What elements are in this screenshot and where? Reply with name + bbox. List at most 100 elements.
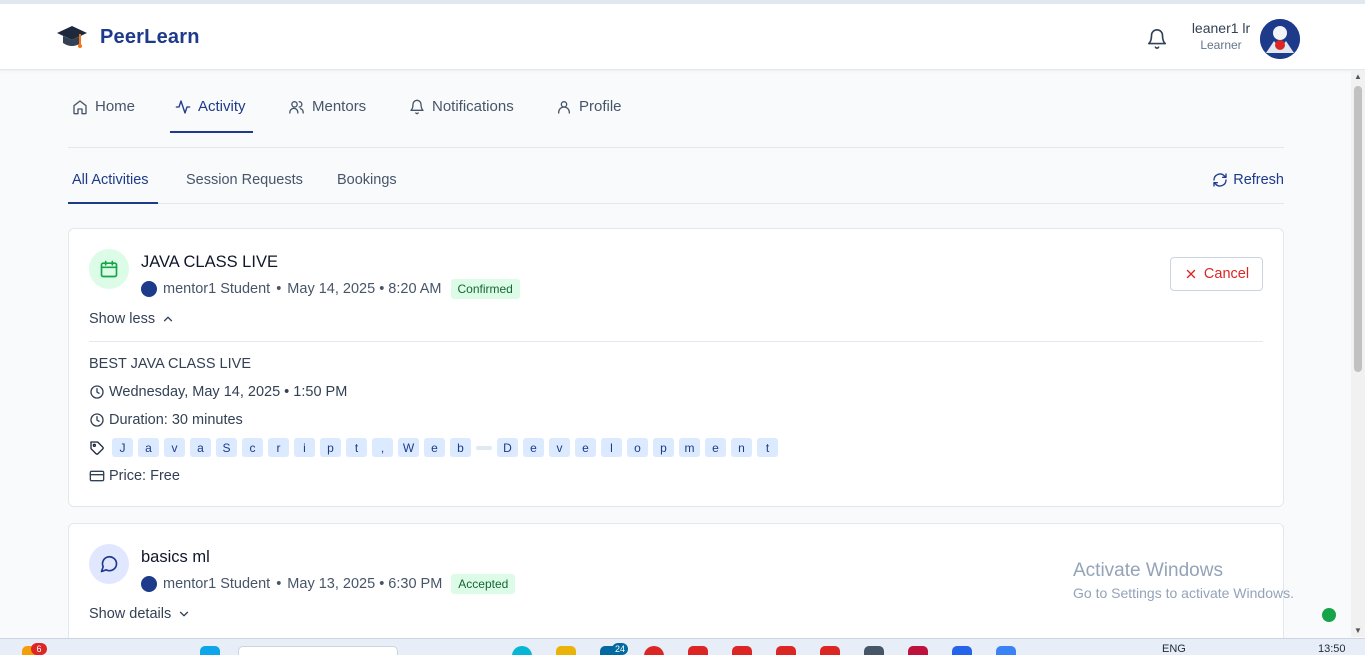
nav-notifications-label: Notifications	[432, 98, 514, 115]
app-logo[interactable]: PeerLearn	[56, 22, 200, 52]
clock-time[interactable]: 13:50	[1318, 643, 1346, 655]
status-dot	[1322, 608, 1336, 622]
show-less-toggle[interactable]: Show less	[89, 311, 175, 327]
page-scrollbar[interactable]: ▲ ▼	[1351, 70, 1365, 637]
booking-badge	[89, 249, 129, 289]
tag-chip: e	[575, 438, 596, 457]
app-icon[interactable]	[732, 646, 752, 655]
app-icon[interactable]	[688, 646, 708, 655]
activity-tabs: All Activities Session Requests Bookings…	[68, 160, 1284, 204]
schedule-row: Wednesday, May 14, 2025 • 1:50 PM	[89, 384, 347, 400]
nav-mentors[interactable]: Mentors	[288, 80, 366, 133]
tag-chip: i	[294, 438, 315, 457]
chevron-down-icon	[180, 611, 189, 617]
tag-chip: e	[523, 438, 544, 457]
users-icon	[289, 100, 304, 114]
taskbar-search-input[interactable]	[238, 646, 398, 655]
avatar-image	[1260, 19, 1300, 59]
cancel-label: Cancel	[1203, 266, 1250, 282]
user-icon	[558, 100, 570, 114]
credit-card-icon	[89, 470, 105, 482]
tag-chip: t	[346, 438, 367, 457]
tab-session-requests[interactable]: Session Requests	[186, 172, 303, 188]
activity-meta: mentor1 Student • May 13, 2025 • 6:30 PM…	[141, 574, 516, 594]
tag-chip: n	[731, 438, 752, 457]
tag-chip: c	[242, 438, 263, 457]
refresh-button[interactable]: Refresh	[1212, 172, 1284, 188]
tab-bookings[interactable]: Bookings	[337, 172, 397, 188]
tag-chip: b	[450, 438, 471, 457]
top-header: PeerLearn leaner1 lr Learner	[0, 0, 1365, 70]
tag-chip: a	[138, 438, 159, 457]
toggle-label: Show less	[89, 311, 156, 327]
tag-chip: l	[601, 438, 622, 457]
bell-icon	[410, 99, 424, 114]
tab-active-indicator	[68, 202, 158, 204]
app-icon[interactable]	[864, 646, 884, 655]
status-badge: Confirmed	[450, 279, 520, 299]
mentor-name: mentor1 Student	[163, 281, 271, 297]
tag-chip: ,	[372, 438, 393, 457]
watermark-title: Activate Windows	[1073, 560, 1223, 581]
refresh-icon	[1213, 173, 1227, 187]
activity-icon	[175, 99, 191, 114]
nav-profile-label: Profile	[579, 98, 622, 115]
tag-chip: m	[679, 438, 700, 457]
mail-badge: 24	[612, 643, 628, 655]
nav-activity[interactable]: Activity	[175, 80, 246, 133]
app-icon[interactable]	[996, 646, 1016, 655]
language-indicator[interactable]: ENG	[1162, 643, 1186, 655]
activity-description: BEST JAVA CLASS LIVE	[89, 356, 251, 372]
app-icon[interactable]	[908, 646, 928, 655]
activity-title: basics ml	[141, 548, 210, 566]
user-name: leaner1 lr	[1191, 20, 1251, 36]
nav-notifications[interactable]: Notifications	[409, 80, 514, 133]
nav-active-indicator	[170, 131, 253, 133]
app-icon[interactable]	[820, 646, 840, 655]
app-icon[interactable]	[644, 646, 664, 655]
chevron-up-icon	[163, 316, 173, 322]
cancel-button[interactable]: Cancel	[1170, 257, 1263, 291]
tag-chip: S	[216, 438, 237, 457]
scroll-thumb[interactable]	[1354, 86, 1362, 372]
nav-home[interactable]: Home	[72, 80, 135, 133]
duration-row: Duration: 30 minutes	[89, 412, 243, 428]
graduation-cap-icon	[57, 26, 87, 48]
status-badge: Accepted	[451, 574, 516, 594]
browser-icon[interactable]	[512, 646, 532, 655]
meta-separator: •	[276, 576, 282, 592]
nav-profile[interactable]: Profile	[556, 80, 622, 133]
nav-activity-label: Activity	[198, 98, 246, 115]
calendar-icon	[100, 260, 118, 278]
tag-icon	[90, 440, 104, 455]
user-role: Learner	[1200, 38, 1242, 52]
meta-separator: •	[276, 281, 282, 297]
main-nav: Home Activity Mentors Notifications Prof…	[68, 80, 1284, 148]
activity-datetime: May 14, 2025 • 8:20 AM	[287, 281, 442, 297]
app-icon[interactable]	[776, 646, 796, 655]
bell-icon[interactable]	[1146, 28, 1168, 50]
folder-icon[interactable]	[556, 646, 576, 655]
show-details-toggle[interactable]: Show details	[89, 606, 191, 622]
close-icon	[1186, 269, 1196, 279]
tag-chip: v	[549, 438, 570, 457]
tag-chip: v	[164, 438, 185, 457]
price-row: Price: Free	[89, 468, 180, 484]
windows-start-icon[interactable]	[200, 646, 220, 655]
watermark-subtitle: Go to Settings to activate Windows.	[1073, 585, 1294, 601]
tab-all-activities[interactable]: All Activities	[72, 172, 149, 188]
tag-chip: D	[497, 438, 518, 457]
app-icon[interactable]	[952, 646, 972, 655]
scroll-up-icon[interactable]: ▲	[1354, 72, 1362, 81]
card-divider	[89, 341, 1263, 342]
tag-chips: JavaScript,WebDevelopment	[112, 438, 778, 457]
clock-icon	[90, 413, 104, 427]
logo-text: PeerLearn	[100, 25, 200, 48]
windows-activation-watermark: Activate Windows Go to Settings to activ…	[1073, 560, 1294, 601]
avatar[interactable]	[1260, 19, 1300, 59]
scroll-down-icon[interactable]: ▼	[1354, 626, 1362, 635]
tag-chip: e	[705, 438, 726, 457]
tag-chip: e	[424, 438, 445, 457]
user-info[interactable]: leaner1 lr Learner	[1180, 20, 1262, 52]
message-circle-icon	[100, 555, 118, 573]
